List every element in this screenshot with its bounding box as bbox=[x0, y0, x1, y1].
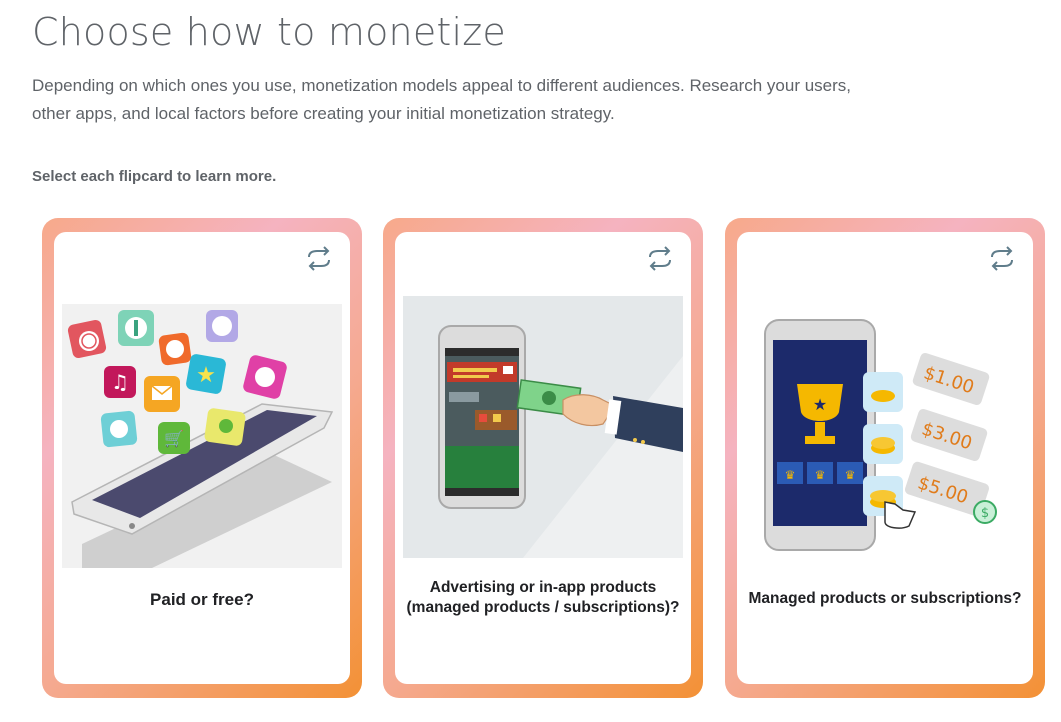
intro-line-2: other apps, and local factors before cre… bbox=[32, 104, 615, 123]
svg-text:♛: ♛ bbox=[815, 468, 826, 482]
svg-text:★: ★ bbox=[196, 363, 216, 388]
card-label: Advertising or in-app products (managed … bbox=[405, 578, 681, 618]
phone-with-price-tags-illustration: ★ ♛ ♛ ♛ $1.00 $3.00 $5.00 $ bbox=[764, 319, 997, 551]
flipcard-advertising-or-in-app[interactable]: Advertising or in-app products (managed … bbox=[383, 218, 703, 698]
instruction-text: Select each flipcard to learn more. bbox=[32, 168, 277, 185]
flipcard-front[interactable]: Advertising or in-app products (managed … bbox=[395, 232, 691, 684]
svg-text:🛒: 🛒 bbox=[164, 429, 184, 448]
svg-text:♫: ♫ bbox=[111, 370, 129, 394]
flip-icon[interactable] bbox=[987, 246, 1017, 272]
flipcard-paid-or-free[interactable]: ♫ ★ 🛒 Paid or free? bbox=[42, 218, 362, 698]
card-label-line-1: Advertising or in-app products bbox=[429, 579, 657, 596]
svg-text:♛: ♛ bbox=[785, 468, 796, 482]
phone-with-cash-payment-illustration bbox=[403, 296, 683, 558]
intro-paragraph: Depending on which ones you use, monetiz… bbox=[32, 72, 912, 128]
page-title: Choose how to monetize bbox=[32, 10, 507, 54]
flipcard-front[interactable]: ★ ♛ ♛ ♛ $1.00 $3.00 $5.00 $ Managed prod… bbox=[737, 232, 1033, 684]
phone-with-app-icons-illustration: ♫ ★ 🛒 bbox=[62, 304, 342, 568]
flipcard-managed-or-subscriptions[interactable]: ★ ♛ ♛ ♛ $1.00 $3.00 $5.00 $ Managed prod… bbox=[725, 218, 1045, 698]
card-label: Paid or free? bbox=[150, 590, 254, 609]
svg-text:★: ★ bbox=[813, 395, 827, 414]
svg-text:♛: ♛ bbox=[845, 468, 856, 482]
card-label-line-2: (managed products / subscriptions)? bbox=[406, 599, 680, 616]
svg-text:$: $ bbox=[981, 506, 989, 521]
intro-line-1: Depending on which ones you use, monetiz… bbox=[32, 76, 852, 95]
flipcard-front[interactable]: ♫ ★ 🛒 Paid or free? bbox=[54, 232, 350, 684]
card-label: Managed products or subscriptions? bbox=[748, 590, 1022, 607]
flip-icon[interactable] bbox=[645, 246, 675, 272]
flip-icon[interactable] bbox=[304, 246, 334, 272]
